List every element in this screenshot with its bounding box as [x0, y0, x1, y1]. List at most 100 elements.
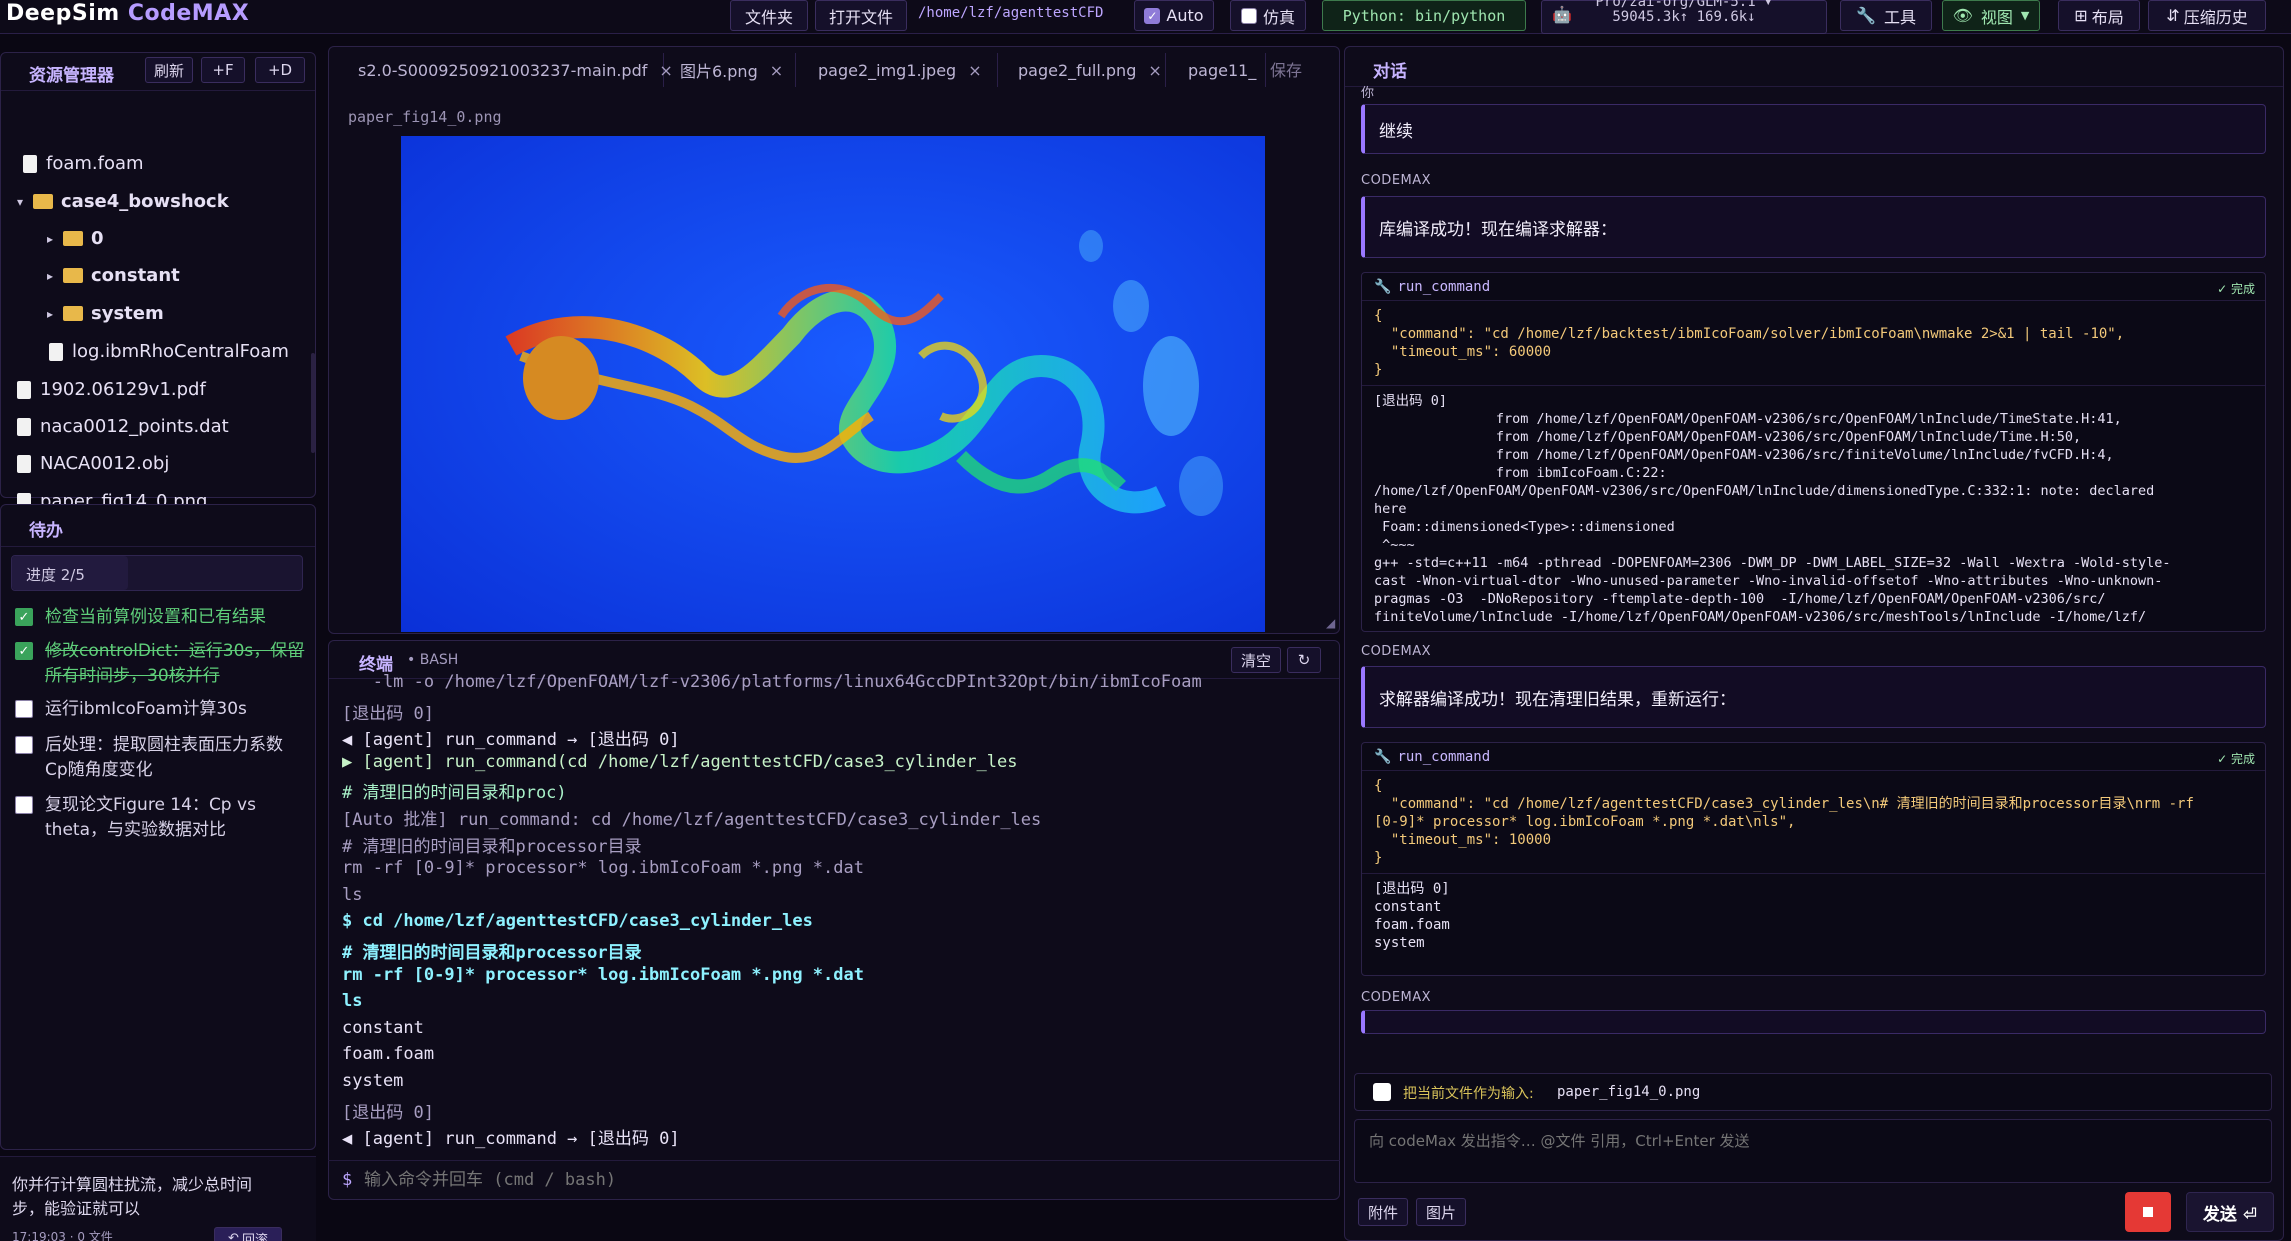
- editor-tab[interactable]: page2_img1.jpeg ×: [806, 53, 998, 87]
- tree-item[interactable]: ▸ 0: [47, 228, 104, 249]
- chat-input[interactable]: [1354, 1119, 2272, 1183]
- tree-item[interactable]: ▸ system: [47, 303, 164, 324]
- grid-icon: ⊞: [2074, 6, 2088, 25]
- terminal-line: [Auto 批准] run_command: cd /home/lzf/agen…: [342, 810, 1042, 830]
- folder-icon: [63, 306, 83, 321]
- image-button[interactable]: 图片: [1416, 1198, 1466, 1226]
- close-icon[interactable]: ×: [968, 61, 981, 80]
- refresh-button[interactable]: 刷新: [145, 57, 193, 83]
- new-file-button[interactable]: +F: [201, 57, 245, 83]
- chevron-right-icon: ▸: [47, 231, 54, 246]
- view-button[interactable]: 👁 视图 ▼: [1942, 0, 2040, 31]
- file-icon: [17, 380, 31, 399]
- terminal-line: foam.foam: [342, 1044, 435, 1065]
- wrench-icon: 🔧: [1374, 749, 1392, 765]
- close-icon[interactable]: ×: [1148, 61, 1161, 80]
- attach-label: 把当前文件作为输入:: [1403, 1086, 1534, 1102]
- terminal-input-row: $: [328, 1160, 1340, 1200]
- image-filename: paper_fig14_0.png: [348, 108, 502, 126]
- tree-scrollbar[interactable]: [311, 353, 315, 453]
- file-icon: [23, 154, 37, 173]
- chevron-right-icon: ▸: [47, 306, 54, 321]
- terminal-line: -lm -o /home/lzf/OpenFOAM/lzf-v2306/plat…: [342, 672, 1202, 692]
- attach-filename: paper_fig14_0.png: [1557, 1084, 1701, 1100]
- editor-tab[interactable]: 图片6.png ×: [668, 53, 796, 87]
- todo-item[interactable]: ✓ 修改controlDict：运行30s，保留所有时间步，30核并行: [15, 639, 305, 689]
- compress-history-button[interactable]: ⇵ 压缩历史: [2148, 0, 2266, 31]
- assistant-message-streaming: [1361, 1010, 2266, 1034]
- tool-call-output: [退出码 0] from /home/lzf/OpenFOAM/OpenFOAM…: [1374, 393, 2171, 625]
- todo-item[interactable]: 复现论文Figure 14：Cp vs theta，与实验数据对比: [15, 793, 305, 843]
- checkbox-icon[interactable]: [15, 796, 33, 814]
- layout-button[interactable]: ⊞ 布局: [2058, 0, 2140, 31]
- close-icon[interactable]: ×: [770, 61, 783, 80]
- codemax-label: CODEMAX: [1361, 644, 1432, 659]
- tree-item[interactable]: log.ibmRhoCentralFoam: [49, 341, 289, 362]
- chevron-down-icon: ▾: [17, 194, 24, 209]
- folder-button[interactable]: 文件夹: [730, 0, 808, 31]
- check-icon: ✓: [1144, 7, 1161, 24]
- auto-toggle[interactable]: ✓ Auto: [1134, 0, 1214, 31]
- send-button[interactable]: 发送 ⏎: [2186, 1192, 2274, 1232]
- codemax-label: CODEMAX: [1361, 173, 1432, 188]
- attachment-button[interactable]: 附件: [1358, 1198, 1408, 1226]
- editor-tab[interactable]: page2_full.png ×: [1006, 53, 1166, 87]
- eye-icon: 👁: [1952, 6, 1973, 25]
- attach-checkbox[interactable]: [1373, 1083, 1391, 1101]
- new-folder-button[interactable]: +D: [255, 57, 305, 83]
- checked-box-icon[interactable]: ✓: [15, 642, 33, 660]
- stop-icon: [2143, 1207, 2153, 1217]
- tree-item[interactable]: foam.foam: [23, 153, 144, 174]
- terminal-line: ◀ [agent] run_command → [退出码 0]: [342, 730, 680, 751]
- tool-call-card: 🔧 run_command ✓ 完成 { "command": "cd /home/…: [1361, 742, 2266, 976]
- tree-item[interactable]: naca0012_points.dat: [17, 416, 229, 437]
- terminal-line: ◀ [agent] run_command → [退出码 0]: [342, 1129, 680, 1150]
- wrench-icon: 🔧: [1374, 279, 1392, 295]
- checkbox-icon[interactable]: [15, 736, 33, 754]
- todo-panel: 待办 进度 2/5 ✓ 检查当前算例设置和已有结果 ✓ 修改controlDict：运…: [0, 504, 316, 1150]
- terminal-line: [退出码 0]: [342, 1102, 434, 1123]
- tool-call-header[interactable]: 🔧 run_command ✓ 完成: [1362, 743, 2265, 771]
- tree-item[interactable]: ▸ constant: [47, 265, 180, 286]
- terminal-input[interactable]: [364, 1165, 1324, 1195]
- sim-toggle[interactable]: 仿真: [1230, 0, 1306, 31]
- file-icon: [17, 417, 31, 436]
- you-label: 你: [1361, 86, 1375, 101]
- tree-item[interactable]: ▾ case4_bowshock: [17, 191, 229, 212]
- refresh-terminal-button[interactable]: ↻: [1287, 647, 1321, 673]
- checked-box-icon[interactable]: ✓: [15, 608, 33, 626]
- folder-icon: [63, 268, 83, 283]
- editor-tab[interactable]: s2.0-S0009250921003237-main.pdf ×: [346, 53, 673, 87]
- terminal-shell: • BASH: [407, 652, 459, 668]
- terminal-line: # 清理旧的时间目录和proc): [342, 783, 567, 804]
- assistant-message: 求解器编译成功！现在清理旧结果，重新运行：: [1361, 666, 2266, 728]
- todo-item[interactable]: 后处理：提取圆柱表面压力系数Cp随角度变化: [15, 733, 305, 783]
- top-bar: DeepSim CodeMAX 文件夹 打开文件 /home/lzf/agent…: [0, 0, 2291, 34]
- python-env-button[interactable]: Python: bin/python: [1322, 0, 1526, 31]
- rollback-button[interactable]: ↶ 回滚: [214, 1227, 282, 1241]
- terminal-line: ls: [342, 884, 363, 905]
- editor-tab[interactable]: page11_: [1176, 53, 1266, 87]
- todo-item[interactable]: ✓ 检查当前算例设置和已有结果: [15, 605, 305, 630]
- status-meta: 17:19:03 · 0 文件: [12, 1230, 113, 1241]
- resize-handle[interactable]: ◢: [1326, 616, 1336, 630]
- terminal-line: constant: [342, 1017, 424, 1038]
- todo-item[interactable]: 运行ibmIcoFoam计算30s: [15, 697, 305, 722]
- terminal-line: ▶ [agent] run_command(cd /home/lzf/agent…: [342, 751, 1018, 772]
- model-selector[interactable]: 🤖 Pro/zai-org/GLM-5.1 ▾ 59045.3k↑ 169.6k…: [1541, 0, 1827, 34]
- tools-button[interactable]: 🔧 工具: [1840, 0, 1932, 31]
- tool-call-header[interactable]: 🔧 run_command ✓ 完成: [1362, 273, 2265, 301]
- open-file-button[interactable]: 打开文件: [815, 0, 907, 31]
- tree-item[interactable]: NACA0012.obj: [17, 453, 169, 474]
- clear-button[interactable]: 清空: [1231, 647, 1281, 673]
- cylinder: [523, 336, 599, 420]
- terminal-line: [退出码 0]: [342, 703, 434, 724]
- stop-button[interactable]: [2125, 1192, 2171, 1232]
- save-button[interactable]: 保存: [1270, 57, 1302, 81]
- checkbox-icon[interactable]: [15, 700, 33, 718]
- robot-icon: 🤖: [1552, 5, 1572, 24]
- vortex-street-image: [401, 136, 1265, 632]
- tree-item[interactable]: 1902.06129v1.pdf: [17, 379, 206, 400]
- assistant-message: 库编译成功！现在编译求解器：: [1361, 196, 2266, 258]
- simulation-image: [401, 136, 1265, 632]
